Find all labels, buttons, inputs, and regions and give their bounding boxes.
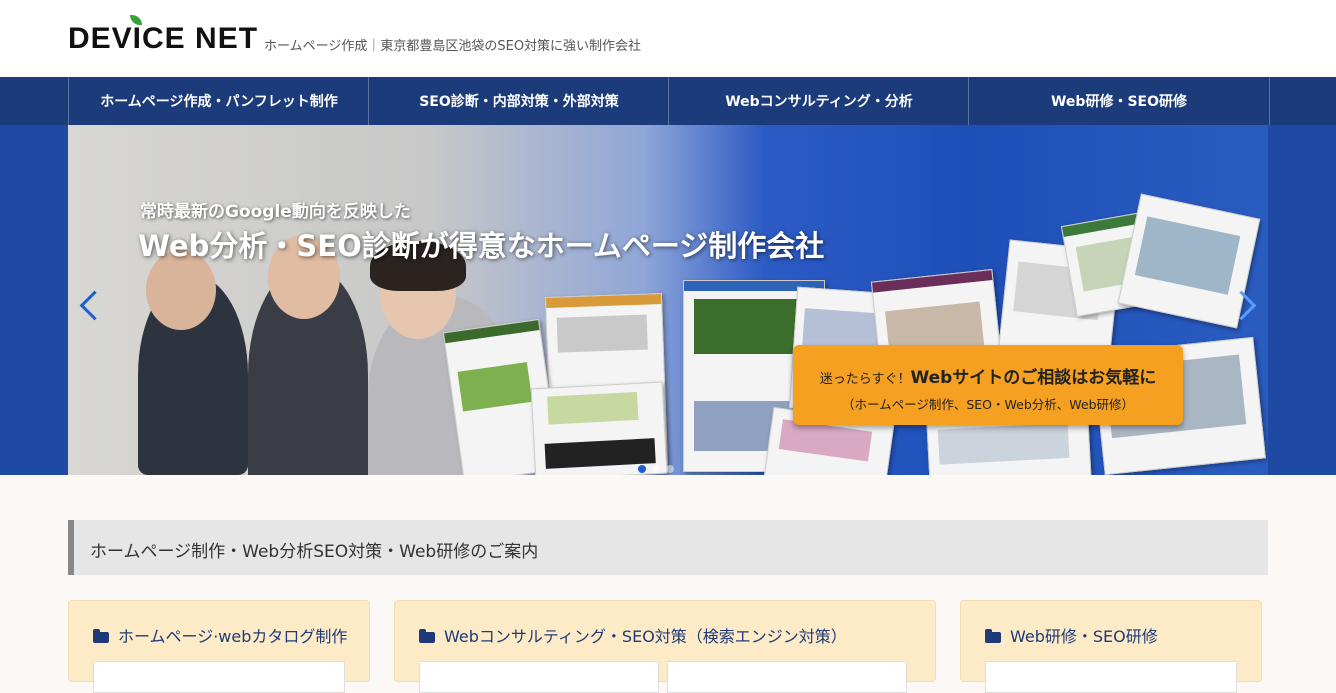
site-header: DEVICE NET ホームページ作成｜東京都豊島区池袋のSEO対策に強い制作会…: [0, 0, 1336, 77]
hero-title: Web分析・SEO診断が得意なホームページ制作会社: [138, 229, 825, 263]
nav-item-seo[interactable]: SEO診断・内部対策・外部対策: [368, 77, 669, 125]
card-title: Web研修・SEO研修: [985, 623, 1158, 647]
site-tagline: ホームページ作成｜東京都豊島区池袋のSEO対策に強い制作会社: [264, 39, 642, 54]
folder-icon: [419, 629, 435, 643]
slider-dot[interactable]: [666, 465, 674, 473]
card-title: ホームページ·webカタログ制作: [93, 623, 347, 647]
card-title: Webコンサルティング・SEO対策（検索エンジン対策）: [419, 623, 847, 647]
hero-subtitle: 常時最新のGoogle動向を反映した: [140, 202, 411, 222]
slider-dot[interactable]: [652, 465, 660, 473]
section-heading: ホームページ制作・Web分析SEO対策・Web研修のご案内: [68, 520, 1268, 575]
folder-icon: [985, 629, 1001, 643]
nav-item-consulting[interactable]: Webコンサルティング・分析: [668, 77, 969, 125]
contact-cta-banner[interactable]: 迷ったらすぐ！Webサイトのご相談はお気軽に （ホームページ制作、SEO・Web…: [793, 345, 1183, 425]
hero-slider: 常時最新のGoogle動向を反映した Web分析・SEO診断が得意なホームページ…: [68, 125, 1268, 475]
service-card-consulting[interactable]: Webコンサルティング・SEO対策（検索エンジン対策）: [394, 600, 936, 693]
slider-dot[interactable]: [638, 465, 646, 473]
section-heading-text: ホームページ制作・Web分析SEO対策・Web研修のご案内: [90, 542, 539, 562]
hero-side-left: [0, 125, 68, 475]
site-logo[interactable]: DEVICE NET: [68, 22, 258, 56]
folder-icon: [93, 629, 109, 643]
cta-sub-text: （ホームページ制作、SEO・Web分析、Web研修）: [841, 397, 1135, 412]
slider-prev-arrow-icon[interactable]: [79, 290, 110, 321]
nav-item-training[interactable]: Web研修・SEO研修: [968, 77, 1270, 125]
cta-main-text: 迷ったらすぐ！Webサイトのご相談はお気軽に: [819, 368, 1157, 388]
nav-item-homepage[interactable]: ホームページ作成・パンフレット制作: [68, 77, 369, 125]
service-card-homepage[interactable]: ホームページ·webカタログ制作: [68, 600, 370, 693]
hero-side-right: [1268, 125, 1336, 475]
service-card-training[interactable]: Web研修・SEO研修: [960, 600, 1262, 693]
global-nav: ホームページ作成・パンフレット制作 SEO診断・内部対策・外部対策 Webコンサ…: [0, 77, 1336, 125]
slider-dots: [638, 458, 680, 475]
